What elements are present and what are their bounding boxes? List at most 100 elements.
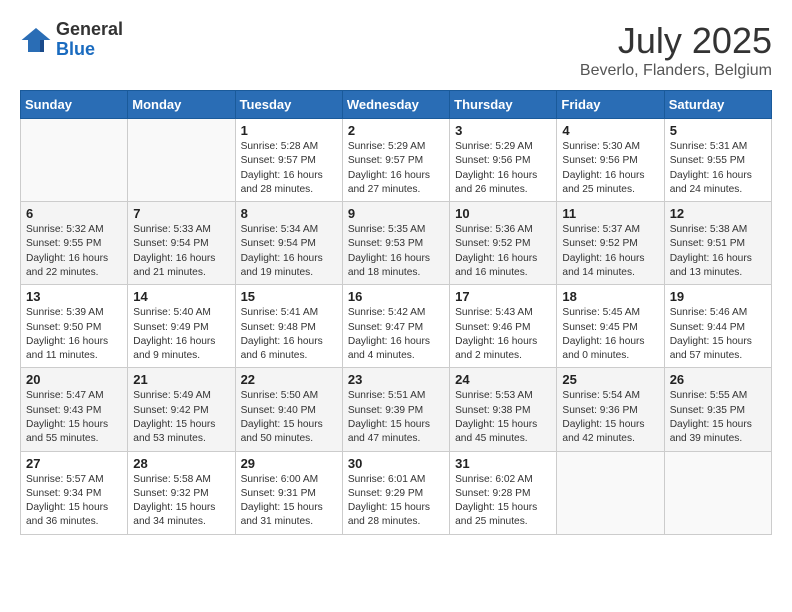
day-number: 2 bbox=[348, 123, 444, 138]
calendar-cell: 1Sunrise: 5:28 AM Sunset: 9:57 PM Daylig… bbox=[235, 119, 342, 202]
day-info: Sunrise: 5:58 AM Sunset: 9:32 PM Dayligh… bbox=[133, 473, 229, 530]
day-number: 25 bbox=[562, 372, 658, 387]
day-number: 7 bbox=[133, 206, 229, 221]
calendar-cell: 6 Sunrise: 5:32 AM Sunset: 9:55 PM Daylig… bbox=[21, 202, 128, 285]
week-row-1: 1Sunrise: 5:28 AM Sunset: 9:57 PM Daylig… bbox=[21, 119, 772, 202]
day-info: Sunrise: 5:32 AM Sunset: 9:55 PM Dayligh… bbox=[26, 223, 122, 280]
calendar-cell: 30 Sunrise: 6:01 AM Sunset: 9:29 PM Dayli… bbox=[342, 451, 449, 534]
logo-icon bbox=[20, 24, 52, 56]
day-number: 17 bbox=[455, 289, 551, 304]
calendar-cell: 9 Sunrise: 5:35 AM Sunset: 9:53 PM Daylig… bbox=[342, 202, 449, 285]
day-info: Sunrise: 5:57 AM Sunset: 9:34 PM Dayligh… bbox=[26, 473, 122, 530]
calendar-cell: 13 Sunrise: 5:39 AM Sunset: 9:50 PM Dayli… bbox=[21, 285, 128, 368]
day-info: Sunrise: 5:33 AM Sunset: 9:54 PM Dayligh… bbox=[133, 223, 229, 280]
day-number: 19 bbox=[670, 289, 766, 304]
day-info: Sunrise: 5:54 AM Sunset: 9:36 PM Dayligh… bbox=[562, 389, 658, 446]
week-row-5: 27 Sunrise: 5:57 AM Sunset: 9:34 PM Dayli… bbox=[21, 451, 772, 534]
calendar-cell: 28Sunrise: 5:58 AM Sunset: 9:32 PM Dayli… bbox=[128, 451, 235, 534]
calendar-cell bbox=[21, 119, 128, 202]
logo-general: General bbox=[56, 20, 123, 40]
calendar-cell: 8 Sunrise: 5:34 AM Sunset: 9:54 PM Daylig… bbox=[235, 202, 342, 285]
day-info: Sunrise: 6:00 AM Sunset: 9:31 PM Dayligh… bbox=[241, 473, 337, 530]
day-number: 12 bbox=[670, 206, 766, 221]
calendar-cell: 24Sunrise: 5:53 AM Sunset: 9:38 PM Dayli… bbox=[450, 368, 557, 451]
day-info: Sunrise: 5:30 AM Sunset: 9:56 PM Dayligh… bbox=[562, 140, 658, 197]
calendar-table: SundayMondayTuesdayWednesdayThursdayFrid… bbox=[20, 90, 772, 535]
calendar-cell: 15 Sunrise: 5:41 AM Sunset: 9:48 PM Dayli… bbox=[235, 285, 342, 368]
day-number: 10 bbox=[455, 206, 551, 221]
day-number: 21 bbox=[133, 372, 229, 387]
day-header-wednesday: Wednesday bbox=[342, 91, 449, 119]
day-info: Sunrise: 5:55 AM Sunset: 9:35 PM Dayligh… bbox=[670, 389, 766, 446]
calendar-cell: 16Sunrise: 5:42 AM Sunset: 9:47 PM Dayli… bbox=[342, 285, 449, 368]
day-header-sunday: Sunday bbox=[21, 91, 128, 119]
calendar-cell: 20 Sunrise: 5:47 AM Sunset: 9:43 PM Dayli… bbox=[21, 368, 128, 451]
calendar-cell: 3 Sunrise: 5:29 AM Sunset: 9:56 PM Daylig… bbox=[450, 119, 557, 202]
day-info: Sunrise: 5:29 AM Sunset: 9:57 PM Dayligh… bbox=[348, 140, 444, 197]
day-info: Sunrise: 5:29 AM Sunset: 9:56 PM Dayligh… bbox=[455, 140, 551, 197]
day-info: Sunrise: 5:49 AM Sunset: 9:42 PM Dayligh… bbox=[133, 389, 229, 446]
day-info: Sunrise: 5:47 AM Sunset: 9:43 PM Dayligh… bbox=[26, 389, 122, 446]
day-number: 8 bbox=[241, 206, 337, 221]
day-info: Sunrise: 5:46 AM Sunset: 9:44 PM Dayligh… bbox=[670, 306, 766, 363]
main-title: July 2025 bbox=[580, 20, 772, 62]
day-info: Sunrise: 5:37 AM Sunset: 9:52 PM Dayligh… bbox=[562, 223, 658, 280]
day-info: Sunrise: 6:01 AM Sunset: 9:29 PM Dayligh… bbox=[348, 473, 444, 530]
day-number: 20 bbox=[26, 372, 122, 387]
calendar-cell: 25 Sunrise: 5:54 AM Sunset: 9:36 PM Dayli… bbox=[557, 368, 664, 451]
day-number: 14 bbox=[133, 289, 229, 304]
day-number: 9 bbox=[348, 206, 444, 221]
week-row-4: 20 Sunrise: 5:47 AM Sunset: 9:43 PM Dayli… bbox=[21, 368, 772, 451]
day-info: Sunrise: 5:31 AM Sunset: 9:55 PM Dayligh… bbox=[670, 140, 766, 197]
calendar-cell bbox=[557, 451, 664, 534]
day-number: 1 bbox=[241, 123, 337, 138]
day-number: 23 bbox=[348, 372, 444, 387]
day-number: 6 bbox=[26, 206, 122, 221]
day-number: 4 bbox=[562, 123, 658, 138]
subtitle: Beverlo, Flanders, Belgium bbox=[580, 62, 772, 80]
calendar-cell bbox=[664, 451, 771, 534]
day-number: 22 bbox=[241, 372, 337, 387]
calendar-cell: 26 Sunrise: 5:55 AM Sunset: 9:35 PM Dayli… bbox=[664, 368, 771, 451]
logo: General Blue bbox=[20, 20, 123, 60]
day-info: Sunrise: 5:39 AM Sunset: 9:50 PM Dayligh… bbox=[26, 306, 122, 363]
week-row-3: 13 Sunrise: 5:39 AM Sunset: 9:50 PM Dayli… bbox=[21, 285, 772, 368]
day-number: 29 bbox=[241, 456, 337, 471]
day-info: Sunrise: 5:35 AM Sunset: 9:53 PM Dayligh… bbox=[348, 223, 444, 280]
day-info: Sunrise: 5:36 AM Sunset: 9:52 PM Dayligh… bbox=[455, 223, 551, 280]
day-header-friday: Friday bbox=[557, 91, 664, 119]
day-info: Sunrise: 5:34 AM Sunset: 9:54 PM Dayligh… bbox=[241, 223, 337, 280]
day-number: 16 bbox=[348, 289, 444, 304]
day-header-thursday: Thursday bbox=[450, 91, 557, 119]
calendar-header-row: SundayMondayTuesdayWednesdayThursdayFrid… bbox=[21, 91, 772, 119]
calendar-cell: 11 Sunrise: 5:37 AM Sunset: 9:52 PM Dayli… bbox=[557, 202, 664, 285]
day-info: Sunrise: 5:41 AM Sunset: 9:48 PM Dayligh… bbox=[241, 306, 337, 363]
day-number: 31 bbox=[455, 456, 551, 471]
day-info: Sunrise: 5:50 AM Sunset: 9:40 PM Dayligh… bbox=[241, 389, 337, 446]
logo-blue: Blue bbox=[56, 40, 123, 60]
day-number: 30 bbox=[348, 456, 444, 471]
calendar-cell: 27 Sunrise: 5:57 AM Sunset: 9:34 PM Dayli… bbox=[21, 451, 128, 534]
page-header: General Blue July 2025 Beverlo, Flanders… bbox=[20, 20, 772, 80]
day-number: 27 bbox=[26, 456, 122, 471]
calendar-cell: 18Sunrise: 5:45 AM Sunset: 9:45 PM Dayli… bbox=[557, 285, 664, 368]
day-number: 26 bbox=[670, 372, 766, 387]
calendar-cell: 29 Sunrise: 6:00 AM Sunset: 9:31 PM Dayli… bbox=[235, 451, 342, 534]
day-header-monday: Monday bbox=[128, 91, 235, 119]
day-header-tuesday: Tuesday bbox=[235, 91, 342, 119]
day-number: 15 bbox=[241, 289, 337, 304]
calendar-cell: 19 Sunrise: 5:46 AM Sunset: 9:44 PM Dayli… bbox=[664, 285, 771, 368]
calendar-cell: 5 Sunrise: 5:31 AM Sunset: 9:55 PM Daylig… bbox=[664, 119, 771, 202]
day-number: 13 bbox=[26, 289, 122, 304]
day-info: Sunrise: 5:53 AM Sunset: 9:38 PM Dayligh… bbox=[455, 389, 551, 446]
day-info: Sunrise: 5:51 AM Sunset: 9:39 PM Dayligh… bbox=[348, 389, 444, 446]
day-number: 11 bbox=[562, 206, 658, 221]
calendar-cell: 22 Sunrise: 5:50 AM Sunset: 9:40 PM Dayli… bbox=[235, 368, 342, 451]
calendar-cell: 17 Sunrise: 5:43 AM Sunset: 9:46 PM Dayli… bbox=[450, 285, 557, 368]
day-number: 3 bbox=[455, 123, 551, 138]
day-info: Sunrise: 5:40 AM Sunset: 9:49 PM Dayligh… bbox=[133, 306, 229, 363]
calendar-cell: 12Sunrise: 5:38 AM Sunset: 9:51 PM Dayli… bbox=[664, 202, 771, 285]
day-number: 5 bbox=[670, 123, 766, 138]
day-info: Sunrise: 5:43 AM Sunset: 9:46 PM Dayligh… bbox=[455, 306, 551, 363]
title-block: July 2025 Beverlo, Flanders, Belgium bbox=[580, 20, 772, 80]
